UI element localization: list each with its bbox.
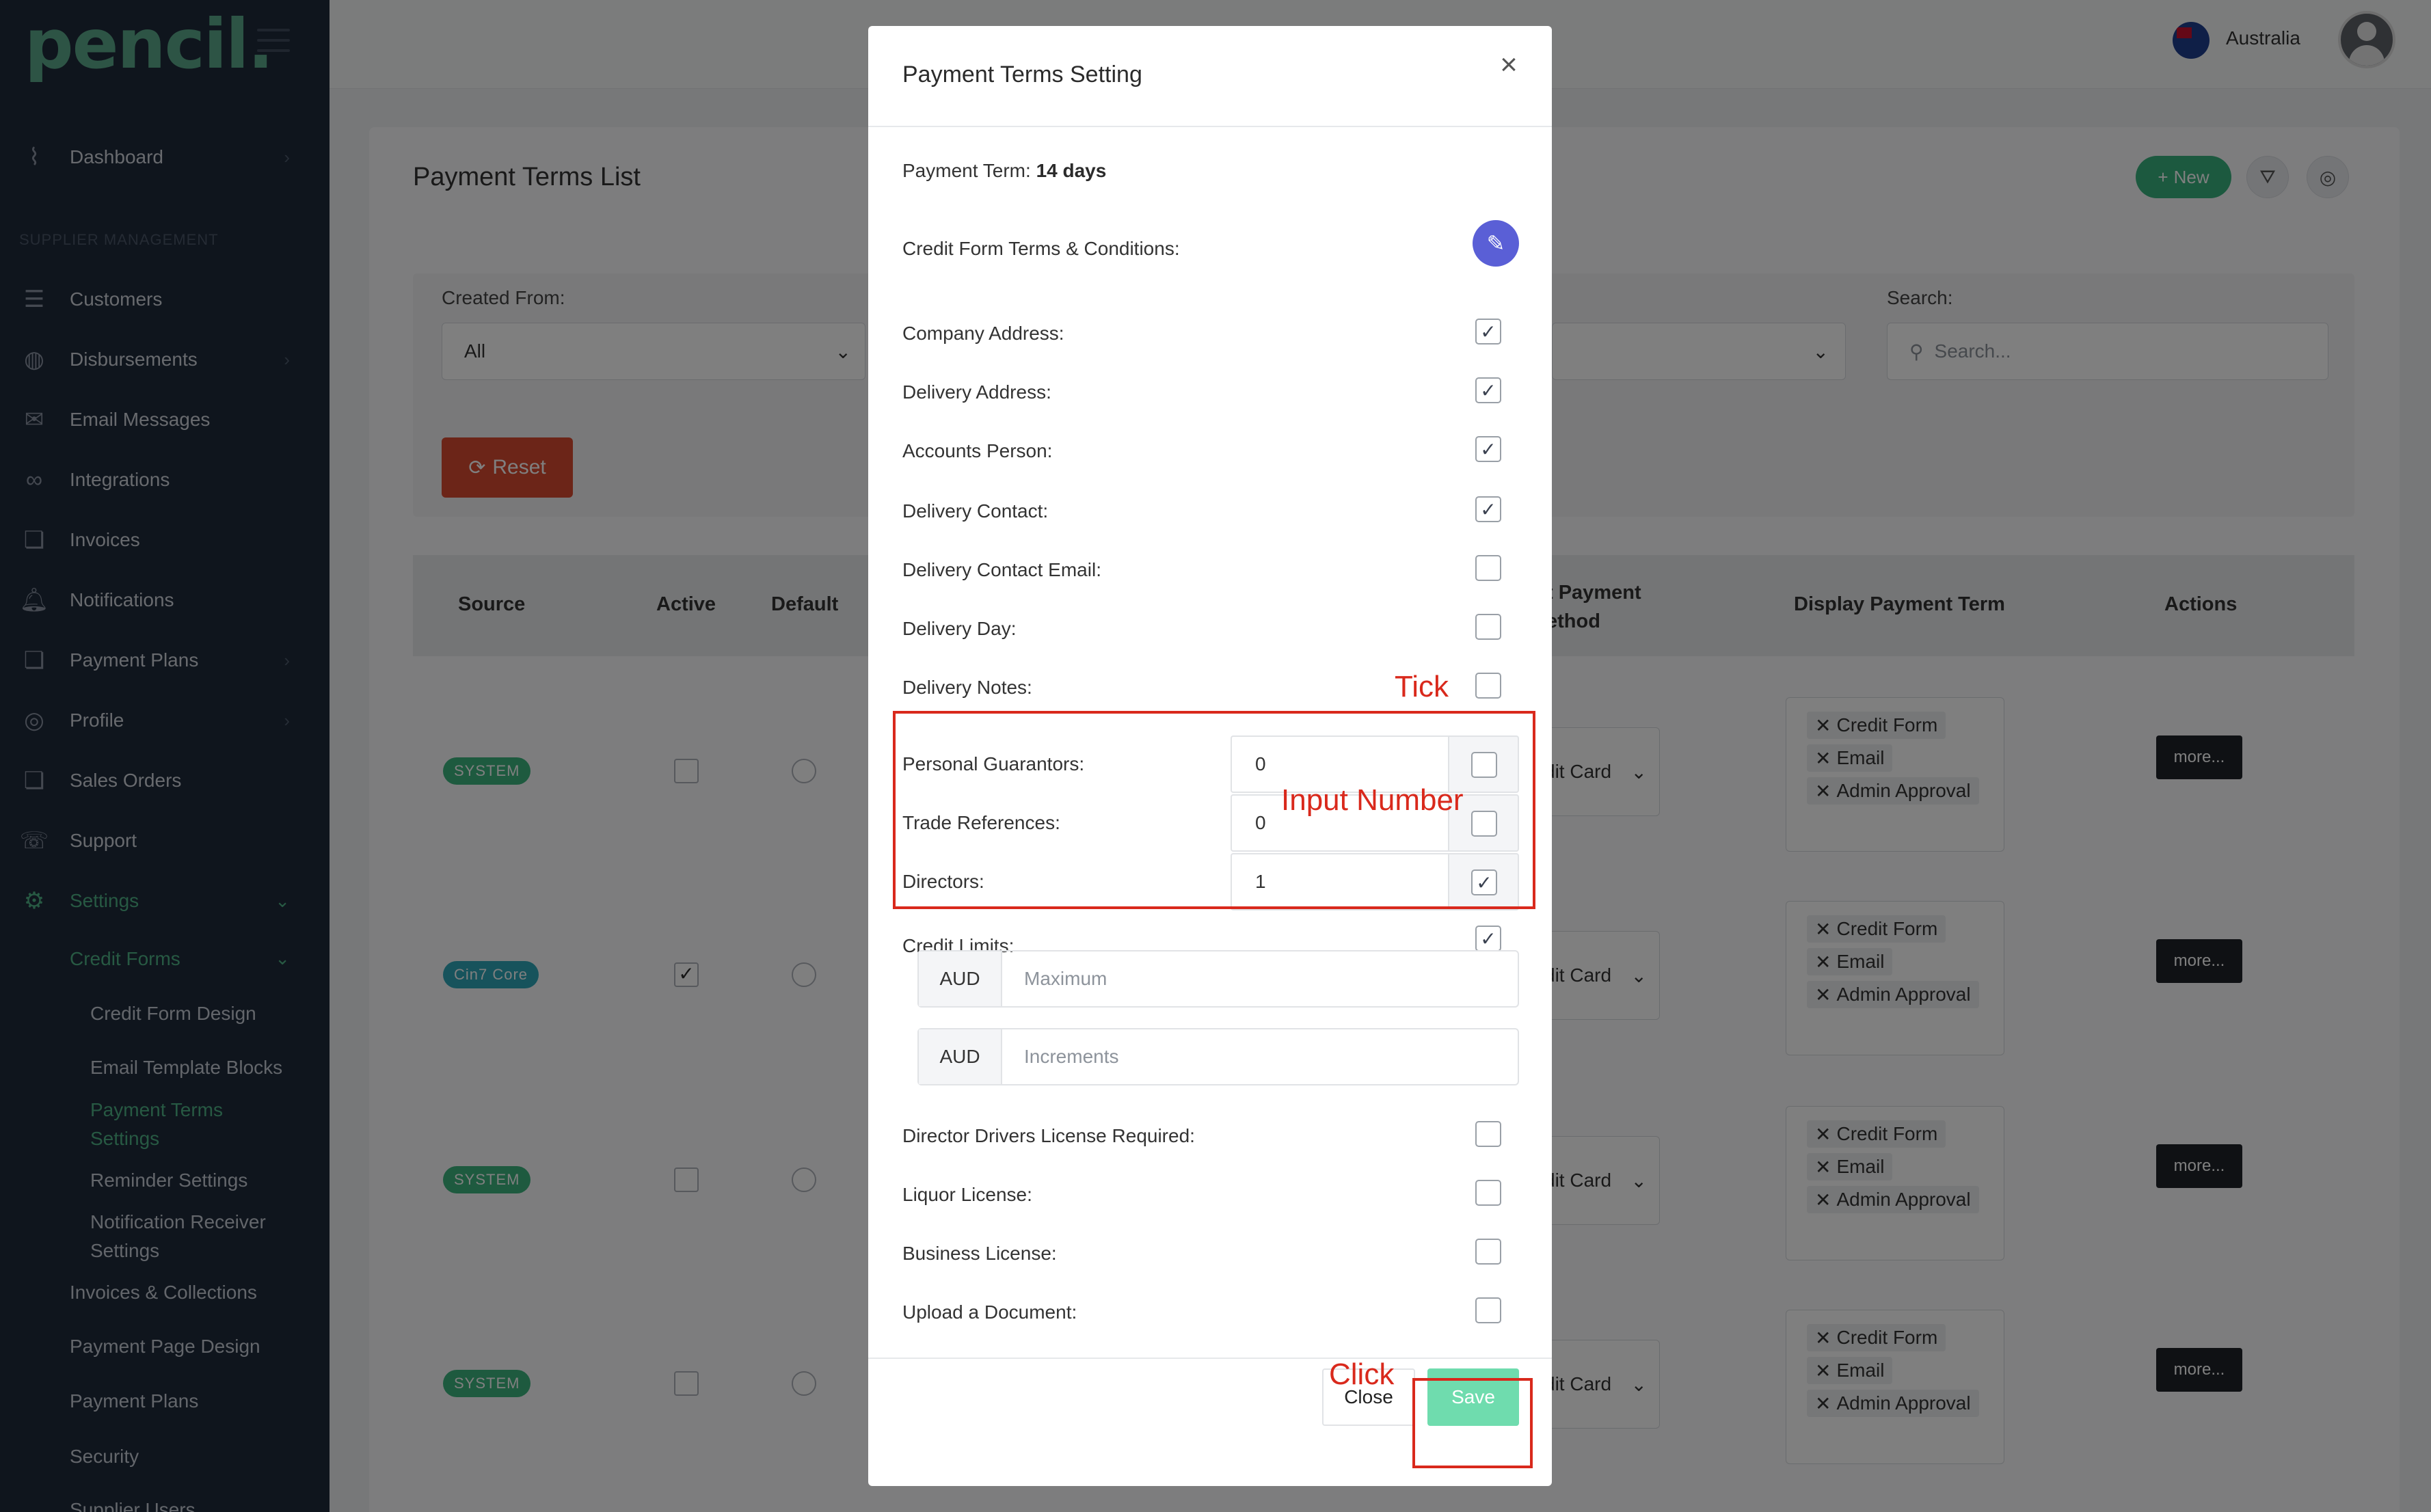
- increments-input-group: AUD Increments: [917, 1028, 1519, 1085]
- checkmark-icon: ✓: [1480, 379, 1496, 401]
- annotation-tick: Tick: [1395, 670, 1449, 703]
- liquor-license-checkbox[interactable]: [1475, 1180, 1501, 1206]
- upload-a-document-checkbox[interactable]: [1475, 1297, 1501, 1323]
- accounts-person-label: Accounts Person:: [902, 440, 1053, 461]
- business-license-label: Business License:: [902, 1243, 1057, 1264]
- edit-icon[interactable]: ✎: [1473, 220, 1519, 267]
- delivery-notes-label: Delivery Notes:: [902, 677, 1032, 698]
- modal-title: Payment Terms Setting: [902, 62, 1142, 87]
- checkmark-icon: ✓: [1480, 928, 1496, 949]
- director-drivers-license-required-checkbox[interactable]: [1475, 1121, 1501, 1147]
- checkmark-icon: ✓: [1480, 321, 1496, 342]
- currency-prefix: AUD: [919, 1029, 1002, 1084]
- delivery-day-checkbox[interactable]: [1475, 614, 1501, 640]
- credit-form-tc-label: Credit Form Terms & Conditions:: [902, 238, 1180, 259]
- increments-input[interactable]: Increments: [1024, 1046, 1119, 1068]
- credit-limits-checkbox[interactable]: ✓: [1475, 926, 1501, 951]
- delivery-address-label: Delivery Address:: [902, 381, 1051, 403]
- payment-term-row: Payment Term: 14 days: [902, 160, 1107, 181]
- annotation-input-number: Input Number: [1281, 783, 1464, 817]
- business-license-checkbox[interactable]: [1475, 1239, 1501, 1265]
- payment-term-value: 14 days: [1036, 160, 1107, 181]
- delivery-contact-email-checkbox[interactable]: [1475, 555, 1501, 581]
- delivery-notes-checkbox[interactable]: [1475, 673, 1501, 699]
- delivery-address-checkbox[interactable]: ✓: [1475, 377, 1501, 403]
- director-drivers-license-required-label: Director Drivers License Required:: [902, 1125, 1195, 1146]
- company-address-checkbox[interactable]: ✓: [1475, 319, 1501, 345]
- annotation-box-save: [1412, 1378, 1533, 1468]
- delivery-contact-checkbox[interactable]: ✓: [1475, 496, 1501, 522]
- liquor-license-label: Liquor License:: [902, 1184, 1032, 1205]
- upload-a-document-label: Upload a Document:: [902, 1301, 1077, 1323]
- delivery-contact-label: Delivery Contact:: [902, 500, 1049, 522]
- currency-prefix: AUD: [919, 951, 1002, 1006]
- maximum-input-group: AUD Maximum: [917, 950, 1519, 1008]
- company-address-label: Company Address:: [902, 323, 1064, 344]
- close-icon[interactable]: ×: [1492, 48, 1526, 82]
- modal-header: Payment Terms Setting ×: [868, 26, 1552, 127]
- checkmark-icon: ✓: [1480, 498, 1496, 520]
- accounts-person-checkbox[interactable]: ✓: [1475, 436, 1501, 462]
- delivery-day-label: Delivery Day:: [902, 618, 1017, 639]
- checkmark-icon: ✓: [1480, 438, 1496, 460]
- annotation-click: Click: [1329, 1358, 1395, 1391]
- maximum-input[interactable]: Maximum: [1024, 968, 1107, 990]
- delivery-contact-email-label: Delivery Contact Email:: [902, 559, 1101, 580]
